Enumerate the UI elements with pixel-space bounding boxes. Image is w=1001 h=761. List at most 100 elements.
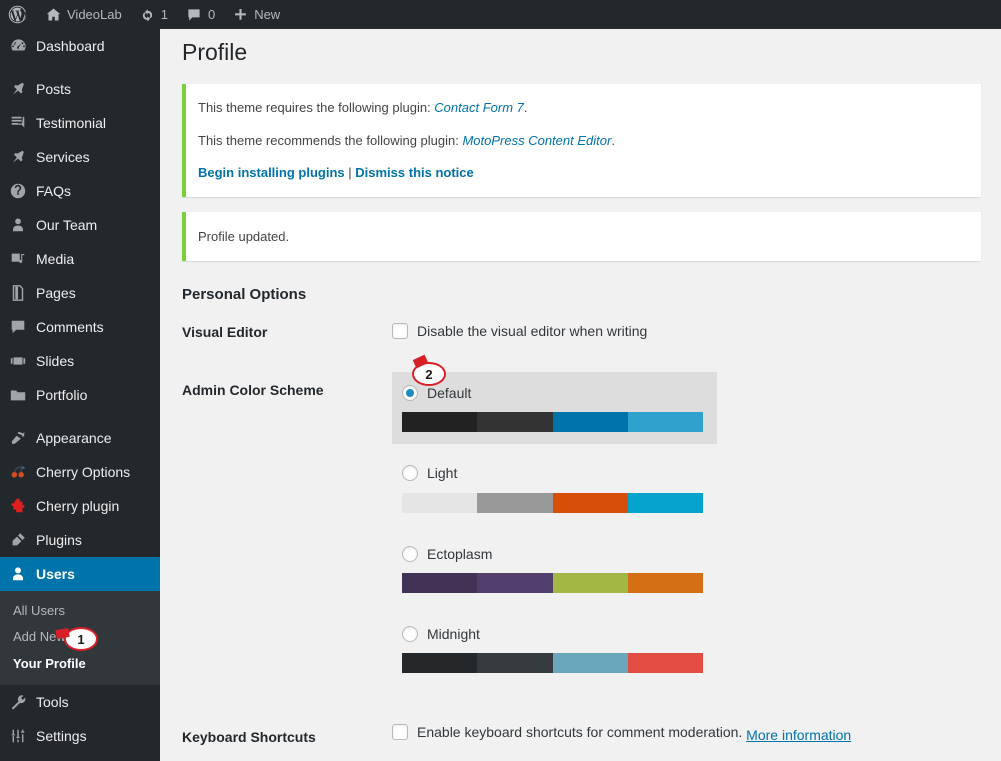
sidebar-item-label: Appearance [36, 430, 112, 446]
enable-keyboard-shortcuts-label: Enable keyboard shortcuts for comment mo… [417, 723, 743, 740]
swatch-3 [552, 572, 628, 593]
color-scheme-midnight[interactable]: Midnight [392, 613, 717, 685]
enable-keyboard-shortcuts-option[interactable]: Enable keyboard shortcuts for comment mo… [392, 723, 742, 741]
pin-icon [0, 80, 36, 98]
sidebar-item-slides[interactable]: Slides [0, 344, 160, 378]
keyboard-shortcuts-label: Keyboard Shortcuts [182, 728, 316, 745]
color-scheme-light[interactable]: Light [392, 452, 717, 524]
new-content-menu-item[interactable]: New [224, 0, 289, 29]
admin-color-scheme-field: Default Light Ectoplasm Midnight [382, 361, 981, 708]
required-plugin-message: This theme requires the following plugin… [198, 98, 969, 118]
color-scheme-ectoplasm[interactable]: Ectoplasm [392, 533, 717, 605]
personal-options-table: Visual Editor Disable the visual editor … [182, 303, 981, 761]
motopress-content-editor-link[interactable]: MotoPress Content Editor [462, 133, 611, 148]
sidebar-item-label: Cherry plugin [36, 498, 120, 514]
sidebar-item-dashboard[interactable]: Dashboard [0, 29, 160, 63]
sidebar-item-plugins[interactable]: Plugins [0, 523, 160, 557]
updates-count: 1 [160, 7, 168, 22]
sidebar-item-tools[interactable]: Tools [0, 685, 160, 719]
notice-actions: Begin installing plugins | Dismiss this … [198, 163, 969, 183]
visual-editor-row: Visual Editor Disable the visual editor … [182, 303, 981, 361]
disable-visual-editor-option[interactable]: Disable the visual editor when writing [392, 322, 647, 340]
begin-installing-plugins-link[interactable]: Begin installing plugins [198, 165, 345, 180]
color-scheme-default[interactable]: Default [392, 372, 717, 445]
site-name-menu-item[interactable]: VideoLab [37, 0, 131, 29]
pages-icon [0, 284, 36, 302]
sidebar-item-appearance[interactable]: Appearance [0, 421, 160, 455]
pin-icon [0, 148, 36, 166]
admin-color-scheme-label: Admin Color Scheme [182, 382, 324, 399]
color-scheme-ectoplasm-radio[interactable] [402, 545, 418, 562]
color-scheme-default-radio[interactable] [402, 385, 418, 402]
disable-visual-editor-checkbox[interactable] [392, 323, 408, 340]
new-content-label: New [254, 7, 281, 22]
sidebar-item-our-team[interactable]: Our Team [0, 208, 160, 242]
sidebar-item-label: Services [36, 149, 90, 165]
sidebar-item-label: Testimonial [36, 115, 107, 131]
swatch-2 [477, 412, 553, 433]
color-scheme-ectoplasm-label: Ectoplasm [427, 545, 493, 562]
sidebar-item-all-users[interactable]: All Users [0, 598, 160, 624]
sidebar-item-media[interactable]: Media [0, 242, 160, 276]
sidebar-item-testimonial[interactable]: Testimonial [0, 106, 160, 140]
color-scheme-midnight-radio[interactable] [402, 625, 418, 642]
sidebar-item-users[interactable]: Users [0, 557, 168, 591]
personal-options-heading: Personal Options [182, 286, 307, 303]
cherry-icon [0, 463, 36, 481]
person-icon [0, 216, 36, 234]
updates-icon [140, 7, 155, 22]
color-scheme-midnight-label: Midnight [427, 625, 480, 642]
sidebar-item-your-profile[interactable]: Your Profile [0, 651, 160, 677]
swatch-2 [477, 492, 553, 513]
recommended-plugin-suffix: . [611, 132, 615, 148]
sidebar-item-services[interactable]: Services [0, 140, 160, 174]
sidebar-item-comments[interactable]: Comments [0, 310, 160, 344]
menu-separator [0, 412, 160, 421]
required-plugin-suffix: . [523, 100, 528, 115]
keyboard-shortcuts-row: Keyboard Shortcuts Enable keyboard short… [182, 708, 981, 761]
more-information-link[interactable]: More information [746, 727, 851, 743]
disable-visual-editor-label: Disable the visual editor when writing [417, 323, 648, 339]
portfolio-folder-icon [0, 386, 36, 404]
admin-bar: VideoLab 1 0 New [0, 0, 1001, 29]
sidebar-item-label: Portfolio [36, 387, 88, 403]
sidebar-item-label: Dashboard [36, 38, 105, 54]
swatch-4 [627, 492, 703, 513]
sidebar-item-label: Users [36, 566, 75, 582]
sidebar-item-label: Comments [36, 319, 104, 335]
enable-keyboard-shortcuts-checkbox[interactable] [392, 724, 408, 741]
color-scheme-light-radio[interactable] [402, 465, 418, 482]
tgmpa-plugin-notice: This theme requires the following plugin… [182, 84, 981, 197]
updates-menu-item[interactable]: 1 [131, 0, 177, 29]
sidebar-item-cherry-options[interactable]: Cherry Options [0, 455, 160, 489]
swatch-1 [402, 652, 478, 673]
comment-bubble-icon [0, 318, 36, 336]
keyboard-shortcuts-field: Enable keyboard shortcuts for comment mo… [382, 708, 981, 761]
sidebar-item-label: Cherry Options [36, 464, 131, 480]
annotation-marker-1: 1 [64, 627, 98, 651]
sidebar-item-label: Pages [36, 285, 76, 301]
sidebar-item-label: Posts [36, 81, 72, 97]
sidebar-item-portfolio[interactable]: Portfolio [0, 378, 160, 412]
main-content: Profile This theme requires the followin… [160, 29, 1001, 761]
swatch-4 [627, 572, 703, 593]
sidebar-item-settings[interactable]: Settings [0, 719, 160, 753]
contact-form-7-link[interactable]: Contact Form 7 [434, 100, 524, 115]
sidebar-item-posts[interactable]: Posts [0, 72, 160, 106]
sidebar-item-pages[interactable]: Pages [0, 276, 160, 310]
sidebar-item-faqs[interactable]: FAQs [0, 174, 160, 208]
action-separator: | [348, 165, 352, 180]
dismiss-notice-link[interactable]: Dismiss this notice [355, 165, 473, 180]
comments-menu-item[interactable]: 0 [177, 0, 224, 29]
site-name-label: VideoLab [67, 7, 122, 22]
sidebar-item-label: FAQs [36, 183, 72, 199]
dashboard-icon [0, 37, 36, 56]
profile-updated-message: Profile updated. [198, 228, 290, 244]
sidebar-item-cherry-plugin[interactable]: Cherry plugin [0, 489, 160, 523]
required-plugin-prefix: This theme requires the following plugin… [198, 100, 435, 115]
sidebar-item-label: Media [36, 251, 75, 267]
wrench-icon [0, 693, 36, 711]
color-scheme-default-swatches [402, 412, 703, 433]
wp-logo-menu-item[interactable] [0, 0, 37, 29]
swatch-2 [477, 652, 553, 673]
